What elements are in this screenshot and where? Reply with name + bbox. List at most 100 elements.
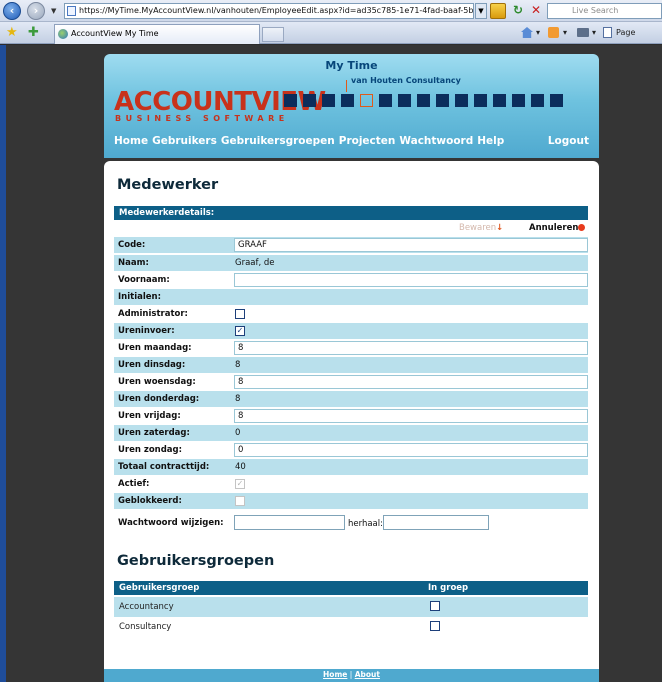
main-menu: Home Gebruikers Gebruikersgroepen Projec… (114, 135, 504, 147)
square (322, 94, 335, 107)
field-label: Uren vrijdag: (118, 411, 181, 421)
stop-icon[interactable]: ✕ (528, 3, 544, 19)
field-label: Administrator: (118, 309, 188, 319)
save-button[interactable]: Bewaren↓ (459, 223, 503, 233)
logout-link[interactable]: Logout (548, 135, 589, 147)
field-row-voornaam: Voornaam: (114, 272, 588, 288)
in-group-checkbox[interactable] (430, 601, 440, 611)
footer-separator: | (349, 670, 353, 679)
column-header-in-group: In groep (428, 583, 469, 593)
field-label: Actief: (118, 479, 150, 489)
browser-toolbar: ‹ › ▼ https://MyTime.MyAccountView.nl/va… (0, 0, 662, 22)
field-label: Uren zondag: (118, 445, 183, 455)
donderdag-value: 8 (235, 394, 241, 404)
address-bar[interactable]: https://MyTime.MyAccountView.nl/vanhoute… (64, 3, 474, 19)
print-dropdown-icon[interactable]: ▾ (592, 28, 596, 37)
history-dropdown-icon[interactable]: ▼ (51, 7, 56, 15)
decorative-squares (284, 94, 563, 108)
browser-tab[interactable]: AccountView My Time (54, 24, 260, 44)
repeat-label: herhaal: (348, 519, 383, 529)
menu-gebruikersgroepen[interactable]: Gebruikersgroepen (221, 135, 335, 147)
main-content: Medewerker Medewerkerdetails: Bewaren↓ A… (104, 161, 599, 669)
home-icon[interactable] (521, 27, 533, 38)
totaal-value: 40 (235, 462, 246, 472)
field-row-dinsdag: Uren dinsdag: 8 (114, 357, 588, 373)
ureninvoer-checkbox[interactable]: ✓ (235, 326, 245, 336)
cancel-button[interactable]: Annuleren (529, 223, 586, 233)
field-label: Voornaam: (118, 275, 170, 285)
field-label: Uren zaterdag: (118, 428, 190, 438)
company-name: van Houten Consultancy (351, 76, 461, 85)
favorites-star-icon[interactable]: ★ (6, 26, 18, 39)
home-dropdown-icon[interactable]: ▾ (536, 28, 540, 37)
field-label: Geblokkeerd: (118, 496, 182, 506)
app-header: My Time van Houten Consultancy ACCOUNTVI… (104, 54, 599, 158)
field-label: Uren maandag: (118, 343, 192, 353)
page-menu-label[interactable]: Page (616, 28, 635, 37)
column-header-group: Gebruikersgroep (119, 583, 200, 593)
footer-home-link[interactable]: Home (323, 670, 347, 679)
footer: Home | About (104, 669, 599, 682)
new-tab-button[interactable] (262, 27, 284, 42)
field-label: Code: (118, 240, 146, 250)
menu-gebruikers[interactable]: Gebruikers (152, 135, 217, 147)
maandag-input[interactable]: 8 (234, 341, 588, 355)
field-row-administrator: Administrator: (114, 306, 588, 322)
back-icon[interactable]: ‹ (3, 2, 21, 20)
address-dropdown-icon[interactable]: ▼ (475, 3, 487, 19)
group-name: Accountancy (119, 602, 174, 612)
feed-icon[interactable] (548, 27, 559, 38)
field-row-code: Code: GRAAF (114, 237, 588, 253)
code-input[interactable]: GRAAF (234, 238, 588, 252)
logo-subtitle: BUSINESS SOFTWARE (115, 114, 289, 123)
square (455, 94, 468, 107)
forward-icon[interactable]: › (27, 2, 45, 20)
zondag-input[interactable]: 0 (234, 443, 588, 457)
field-label: Initialen: (118, 292, 161, 302)
field-row-initialen: Initialen: (114, 289, 588, 305)
password-repeat-input[interactable] (383, 515, 489, 530)
window-edge (0, 45, 6, 682)
menu-wachtwoord[interactable]: Wachtwoord (399, 135, 473, 147)
print-icon[interactable] (577, 28, 589, 37)
field-row-geblokkeerd: Geblokkeerd: (114, 493, 588, 509)
square (398, 94, 411, 107)
password-input[interactable] (234, 515, 345, 530)
menu-projecten[interactable]: Projecten (339, 135, 396, 147)
field-row-woensdag: Uren woensdag: 8 (114, 374, 588, 390)
square (474, 94, 487, 107)
feed-dropdown-icon[interactable]: ▾ (563, 28, 567, 37)
square (303, 94, 316, 107)
in-group-checkbox[interactable] (430, 621, 440, 631)
search-input[interactable]: Live Search (547, 3, 662, 19)
square (436, 94, 449, 107)
field-label: Totaal contracttijd: (118, 462, 210, 472)
lock-icon[interactable] (490, 3, 506, 19)
table-row: Consultancy (114, 617, 588, 637)
voornaam-input[interactable] (234, 273, 588, 287)
add-favorite-icon[interactable]: ✚ (28, 26, 39, 39)
cancel-label: Annuleren (529, 223, 579, 233)
section-header: Medewerkerdetails: (114, 206, 588, 220)
site-favicon-icon (58, 29, 68, 39)
vrijdag-input[interactable]: 8 (234, 409, 588, 423)
field-row-actief: Actief: ✓ (114, 476, 588, 492)
refresh-icon[interactable]: ↻ (510, 3, 526, 19)
square (493, 94, 506, 107)
menu-help[interactable]: Help (477, 135, 504, 147)
group-name: Consultancy (119, 622, 172, 632)
square (512, 94, 525, 107)
save-arrow-icon: ↓ (496, 223, 504, 233)
groups-title: Gebruikersgroepen (117, 553, 275, 569)
woensdag-input[interactable]: 8 (234, 375, 588, 389)
page-menu-icon[interactable] (603, 27, 612, 38)
menu-home[interactable]: Home (114, 135, 148, 147)
field-label: Wachtwoord wijzigen: (118, 518, 224, 528)
page-icon (67, 6, 76, 16)
footer-about-link[interactable]: About (355, 670, 380, 679)
administrator-checkbox[interactable] (235, 309, 245, 319)
geblokkeerd-checkbox (235, 496, 245, 506)
app-title: My Time (325, 59, 378, 72)
field-row-zaterdag: Uren zaterdag: 0 (114, 425, 588, 441)
field-row-donderdag: Uren donderdag: 8 (114, 391, 588, 407)
